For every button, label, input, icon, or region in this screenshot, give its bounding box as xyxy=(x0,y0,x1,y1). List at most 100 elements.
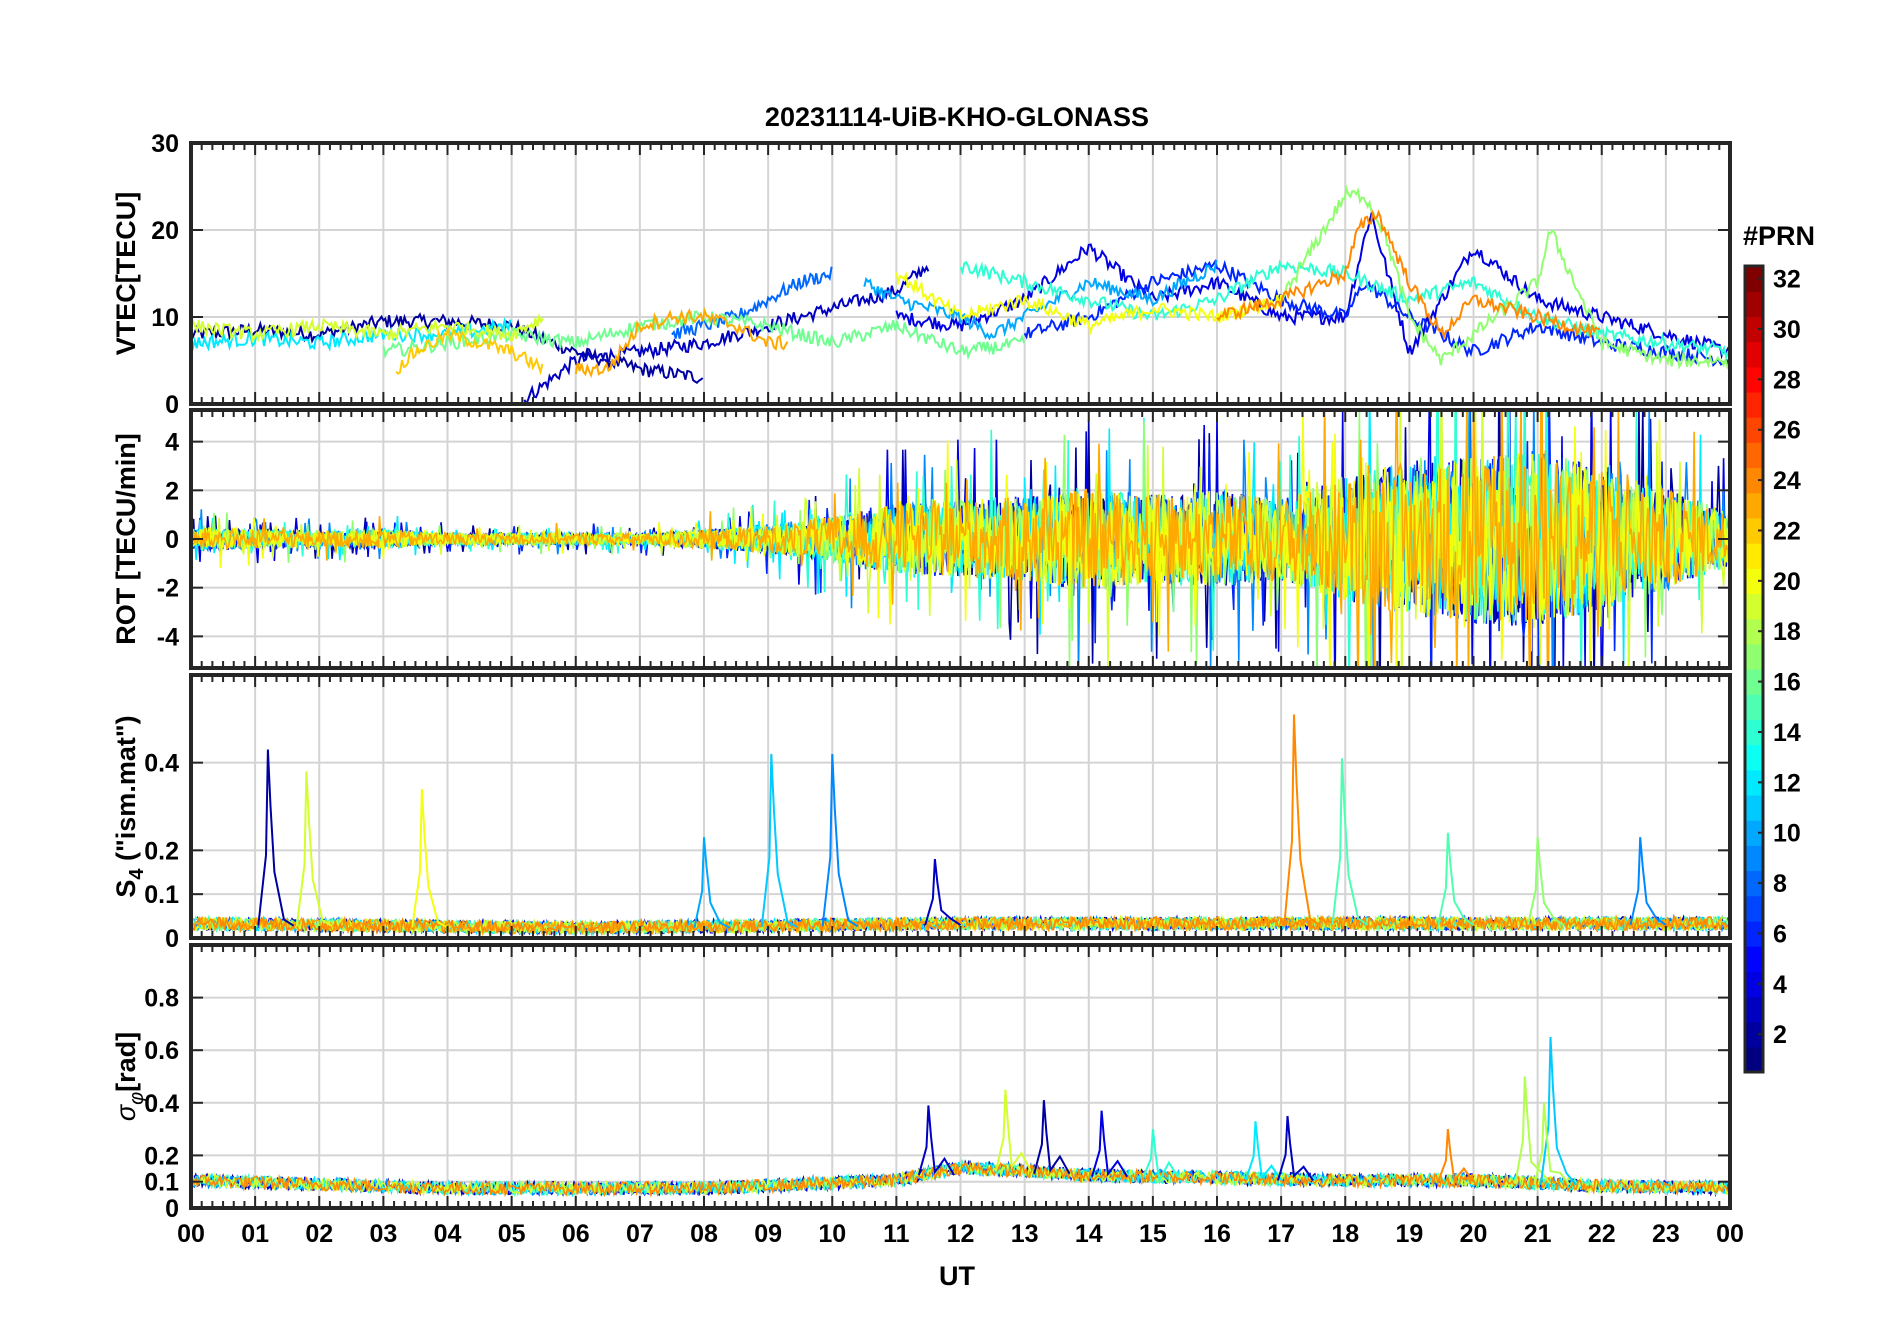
colorbar-swatch xyxy=(1745,694,1763,720)
y-axis-label: σφ[rad] xyxy=(111,1032,148,1121)
y-tick-label: 0.2 xyxy=(144,1142,179,1170)
spike-prn-2 xyxy=(1033,1100,1071,1175)
colorbar-swatch xyxy=(1745,341,1763,368)
spike-prn-11 xyxy=(760,753,798,928)
x-tick-label: 06 xyxy=(562,1220,590,1248)
colorbar-swatch xyxy=(1745,794,1763,821)
x-tick-label: 12 xyxy=(947,1220,975,1248)
colorbar-swatch xyxy=(1745,996,1763,1023)
spike-prn-19 xyxy=(295,771,333,928)
colorbar-tick-label: 22 xyxy=(1773,517,1801,545)
colorbar-tick-label: 12 xyxy=(1773,769,1801,797)
colorbar-tick-label: 16 xyxy=(1773,669,1801,697)
colorbar-swatch xyxy=(1745,492,1763,519)
y-tick-label: -2 xyxy=(157,575,179,603)
y-axis-label-sub: φ xyxy=(126,1092,148,1105)
y-axis-label: S4 ("ism.mat") xyxy=(111,715,148,897)
y-axis-label-main: σ xyxy=(111,1103,141,1121)
spike-prn-3 xyxy=(924,858,962,926)
spike-prn-3 xyxy=(917,1105,955,1176)
x-tick-label: 05 xyxy=(498,1220,526,1248)
y-tick-label: 0 xyxy=(165,1195,179,1223)
x-tick-label: 09 xyxy=(754,1220,782,1248)
x-tick-label: 10 xyxy=(818,1220,846,1248)
panel-vtec: 0 10 20 30 VTEC[TECU] xyxy=(111,130,1732,419)
figure: 20231114-UiB-KHO-GLONASS 0102030VTEC[TEC… xyxy=(111,102,1815,1291)
colorbar-swatch xyxy=(1745,291,1763,317)
colorbar-tick-label: 26 xyxy=(1773,417,1801,445)
x-axis-label: UT xyxy=(939,1261,975,1291)
colorbar-swatch xyxy=(1745,593,1763,620)
y-tick-label: 0 xyxy=(165,391,179,419)
x-tick-label: 22 xyxy=(1588,1220,1616,1248)
spike-prn-18 xyxy=(1533,1102,1571,1186)
spike-prn-12 xyxy=(1244,1121,1282,1181)
x-tick-label: 17 xyxy=(1267,1220,1295,1248)
panel-sigmaphi: 00.10.2 0.4 0.6 0.8 σφ[rad] xyxy=(111,943,1732,1223)
spike-prn-2 xyxy=(257,749,295,927)
colorbar-swatch xyxy=(1745,543,1763,569)
colorbar-tick-label: 2 xyxy=(1773,1021,1787,1049)
spike-prn-9 xyxy=(821,753,859,928)
x-tick-label: 00 xyxy=(1716,1220,1744,1248)
colorbar-swatch xyxy=(1745,895,1763,922)
y-tick-label: 0.4 xyxy=(144,750,179,778)
x-tick-label: 03 xyxy=(369,1220,397,1248)
spike-prn-3 xyxy=(1276,1115,1315,1182)
colorbar-tick-label: 8 xyxy=(1773,870,1787,898)
x-tick-label: 04 xyxy=(434,1220,462,1248)
x-tick-label: 13 xyxy=(1011,1220,1039,1248)
colorbar-tick-label: 24 xyxy=(1773,467,1801,495)
x-tick-label: 00 xyxy=(177,1220,205,1248)
series-prn-23 xyxy=(574,307,789,379)
spike-prn-11 xyxy=(1539,1036,1577,1186)
colorbar-tick-label: 14 xyxy=(1773,719,1801,747)
x-tick-label: 23 xyxy=(1652,1220,1680,1248)
colorbar: #PRN 2468101214161820222426283032 xyxy=(1743,221,1815,1074)
y-axis-label: ROT [TECU/min] xyxy=(111,433,141,644)
y-tick-label: 4 xyxy=(165,429,179,457)
x-tick-label: 01 xyxy=(241,1220,269,1248)
x-tick-label: 21 xyxy=(1524,1220,1552,1248)
x-tick-label: 18 xyxy=(1331,1220,1359,1248)
series-prn-8 xyxy=(671,266,833,339)
x-tick-label: 02 xyxy=(305,1220,333,1248)
colorbar-tick-label: 6 xyxy=(1773,920,1787,948)
panels: 0102030VTEC[TECU]-4-2024ROT [TECU/min]00… xyxy=(111,130,1732,1223)
y-tick-label: 20 xyxy=(151,217,179,245)
colorbar-swatch xyxy=(1745,643,1763,670)
y-tick-label: 10 xyxy=(151,304,179,332)
x-tick-label: 19 xyxy=(1395,1220,1423,1248)
series-prn-3 xyxy=(523,264,930,404)
colorbar-tick-label: 30 xyxy=(1773,316,1801,344)
colorbar-tick-label: 32 xyxy=(1773,266,1801,294)
y-axis-label-tail: [rad] xyxy=(111,1032,141,1092)
panel-rot: -4 -2 0 2 4 ROT [TECU/min] xyxy=(111,408,1732,670)
x-tick-label: 07 xyxy=(626,1220,654,1248)
x-tick-label: 15 xyxy=(1139,1220,1167,1248)
spike-prn-18 xyxy=(1514,1076,1552,1185)
panel-s4: 0 0.1 0.2 0.4S4 ("ism.mat") xyxy=(111,673,1732,953)
y-axis-label-tail: ("ism.mat") xyxy=(111,715,141,868)
colorbar-swatch xyxy=(1745,1046,1763,1073)
x-tick-label: 14 xyxy=(1075,1220,1103,1248)
colorbar-swatch xyxy=(1745,442,1763,469)
y-tick-label: 0.1 xyxy=(144,881,179,909)
spike-prn-4 xyxy=(1091,1110,1129,1178)
x-tick-label: 08 xyxy=(690,1220,718,1248)
x-tick-label: 20 xyxy=(1460,1220,1488,1248)
x-tick-label: 16 xyxy=(1203,1220,1231,1248)
y-tick-label: 0 xyxy=(165,526,179,554)
colorbar-swatch xyxy=(1745,946,1763,972)
figure-title: 20231114-UiB-KHO-GLONASS xyxy=(765,102,1149,132)
y-axis-label: VTEC[TECU] xyxy=(111,192,141,356)
colorbar-swatch xyxy=(1745,845,1763,872)
colorbar-tick-label: 18 xyxy=(1773,618,1801,646)
y-tick-label: 0.6 xyxy=(144,1037,179,1065)
colorbar-tick-label: 10 xyxy=(1773,820,1801,848)
colorbar-tick-label: 28 xyxy=(1773,366,1801,394)
y-tick-label: 0.1 xyxy=(144,1169,179,1197)
spike-prn-20 xyxy=(411,788,448,929)
colorbar-swatch xyxy=(1745,391,1763,418)
colorbar-tick-label: 4 xyxy=(1773,971,1787,999)
